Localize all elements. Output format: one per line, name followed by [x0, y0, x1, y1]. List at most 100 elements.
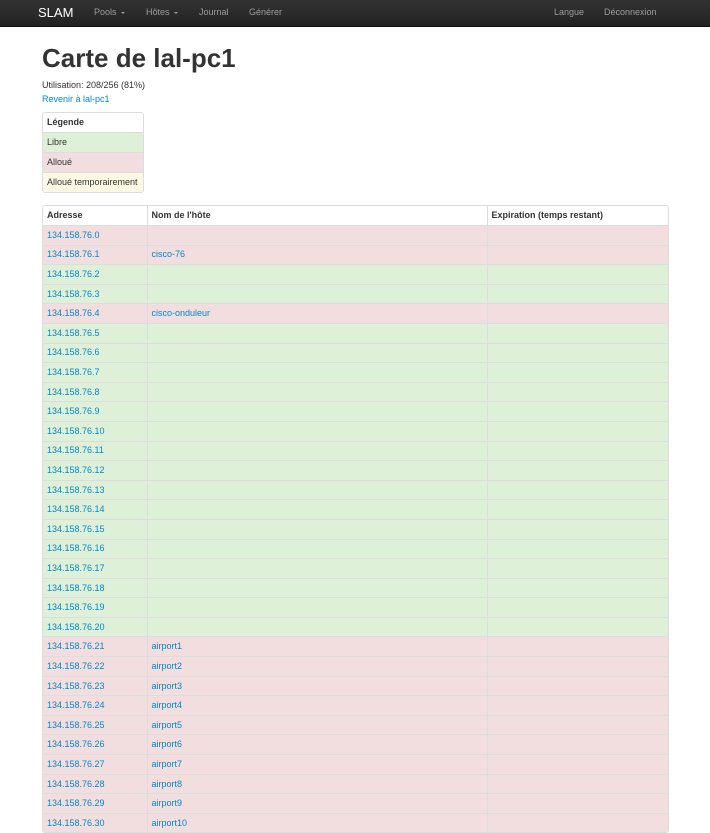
brand-link[interactable]: SLAM: [38, 5, 73, 20]
hostname-link[interactable]: airport5: [152, 720, 183, 730]
table-row: 134.158.76.17: [43, 558, 668, 579]
hostname-link[interactable]: airport10: [152, 818, 188, 828]
address-cell: 134.158.76.13: [43, 479, 147, 500]
expiration-cell: [486, 714, 668, 735]
address-link[interactable]: 134.158.76.25: [47, 720, 105, 730]
caret-down-icon: [173, 11, 178, 14]
expiration-cell: [486, 460, 668, 481]
address-cell: 134.158.76.19: [43, 597, 147, 618]
address-link[interactable]: 134.158.76.5: [47, 328, 100, 338]
address-link[interactable]: 134.158.76.29: [47, 798, 105, 808]
address-cell: 134.158.76.25: [43, 714, 147, 735]
hostname-link[interactable]: airport2: [152, 661, 183, 671]
address-cell: 134.158.76.14: [43, 499, 147, 520]
legend-title: Légende: [43, 113, 143, 133]
nav-language[interactable]: Langue: [554, 7, 584, 18]
hostname-link[interactable]: airport6: [152, 739, 183, 749]
nav-hosts-dropdown[interactable]: Hôtes: [146, 7, 178, 18]
expiration-cell: [486, 264, 668, 285]
address-cell: 134.158.76.12: [43, 460, 147, 481]
address-link[interactable]: 134.158.76.23: [47, 681, 105, 691]
address-map-table: Adresse Nom de l'hôte Expiration (temps …: [42, 205, 669, 833]
address-link[interactable]: 134.158.76.7: [47, 367, 100, 377]
address-cell: 134.158.76.1: [43, 244, 147, 265]
table-row: 134.158.76.27 airport7: [43, 754, 668, 775]
address-link[interactable]: 134.158.76.13: [47, 485, 105, 495]
address-link[interactable]: 134.158.76.8: [47, 387, 100, 397]
address-link[interactable]: 134.158.76.22: [47, 661, 105, 671]
expiration-cell: [486, 773, 668, 794]
hostname-link[interactable]: airport3: [152, 681, 183, 691]
legend-allocated: Alloué: [43, 153, 143, 173]
address-link[interactable]: 134.158.76.3: [47, 289, 100, 299]
address-link[interactable]: 134.158.76.1: [47, 249, 100, 259]
hostname-link[interactable]: airport4: [152, 700, 183, 710]
address-link[interactable]: 134.158.76.2: [47, 269, 100, 279]
address-link[interactable]: 134.158.76.14: [47, 504, 105, 514]
hostname-cell: [146, 577, 487, 598]
address-link[interactable]: 134.158.76.27: [47, 759, 105, 769]
address-link[interactable]: 134.158.76.4: [47, 308, 100, 318]
address-link[interactable]: 134.158.76.18: [47, 583, 105, 593]
address-link[interactable]: 134.158.76.11: [47, 445, 104, 455]
address-link[interactable]: 134.158.76.12: [47, 465, 105, 475]
expiration-cell: [486, 322, 668, 344]
usage-text: Utilisation: 208/256 (81%): [42, 80, 146, 90]
hostname-link[interactable]: airport9: [152, 798, 183, 808]
expiration-cell: [486, 675, 668, 696]
address-link[interactable]: 134.158.76.6: [47, 347, 100, 357]
hostname-cell: airport9: [146, 793, 487, 814]
address-link[interactable]: 134.158.76.24: [47, 700, 105, 710]
address-link[interactable]: 134.158.76.26: [47, 739, 105, 749]
expiration-cell: [486, 577, 668, 598]
address-link[interactable]: 134.158.76.16: [47, 543, 105, 553]
hostname-link[interactable]: airport8: [152, 779, 183, 789]
nav-pools-dropdown[interactable]: Pools: [94, 7, 125, 18]
expiration-cell: [486, 656, 668, 677]
address-link[interactable]: 134.158.76.17: [47, 563, 105, 573]
hostname-cell: [146, 264, 487, 285]
expiration-cell: [486, 734, 668, 755]
hostname-link[interactable]: cisco-onduleur: [152, 308, 211, 318]
table-row: 134.158.76.16: [43, 538, 668, 559]
hostname-cell: [146, 479, 487, 500]
address-link[interactable]: 134.158.76.21: [47, 641, 105, 651]
address-cell: 134.158.76.16: [43, 538, 147, 559]
hostname-link[interactable]: airport1: [152, 641, 183, 651]
expiration-cell: [486, 499, 668, 520]
address-cell: 134.158.76.21: [43, 636, 147, 657]
hostname-cell: [146, 342, 487, 363]
hostname-cell: [146, 283, 487, 304]
table-body: 134.158.76.0 134.158.76.1 cisco-76 134.158.…: [43, 225, 668, 833]
expiration-cell: [486, 381, 668, 402]
address-cell: 134.158.76.17: [43, 558, 147, 579]
address-link[interactable]: 134.158.76.28: [47, 779, 105, 789]
hostname-link[interactable]: airport7: [152, 759, 183, 769]
back-link[interactable]: Revenir à lal-pc1: [42, 94, 110, 105]
nav-generate[interactable]: Générer: [249, 7, 282, 18]
address-link[interactable]: 134.158.76.0: [47, 230, 100, 240]
address-link[interactable]: 134.158.76.9: [47, 406, 100, 416]
address-link[interactable]: 134.158.76.19: [47, 602, 105, 612]
expiration-cell: [486, 401, 668, 422]
address-link[interactable]: 134.158.76.20: [47, 622, 105, 632]
address-cell: 134.158.76.9: [43, 401, 147, 422]
table-row: 134.158.76.11: [43, 440, 668, 461]
expiration-cell: [486, 616, 668, 637]
address-link[interactable]: 134.158.76.10: [47, 426, 105, 436]
hostname-cell: airport1: [146, 636, 487, 657]
address-cell: 134.158.76.29: [43, 793, 147, 814]
address-link[interactable]: 134.158.76.15: [47, 524, 105, 534]
table-row: 134.158.76.25 airport5: [43, 714, 668, 735]
address-cell: 134.158.76.20: [43, 616, 147, 637]
nav-journal[interactable]: Journal: [199, 7, 229, 18]
expiration-cell: [486, 793, 668, 814]
address-cell: 134.158.76.23: [43, 675, 147, 696]
table-row: 134.158.76.2: [43, 264, 668, 285]
hostname-cell: cisco-onduleur: [146, 303, 487, 324]
expiration-cell: [486, 597, 668, 618]
address-link[interactable]: 134.158.76.30: [47, 818, 105, 828]
hostname-link[interactable]: cisco-76: [152, 249, 186, 259]
nav-logout[interactable]: Déconnexion: [604, 7, 657, 18]
address-cell: 134.158.76.11: [43, 440, 147, 461]
